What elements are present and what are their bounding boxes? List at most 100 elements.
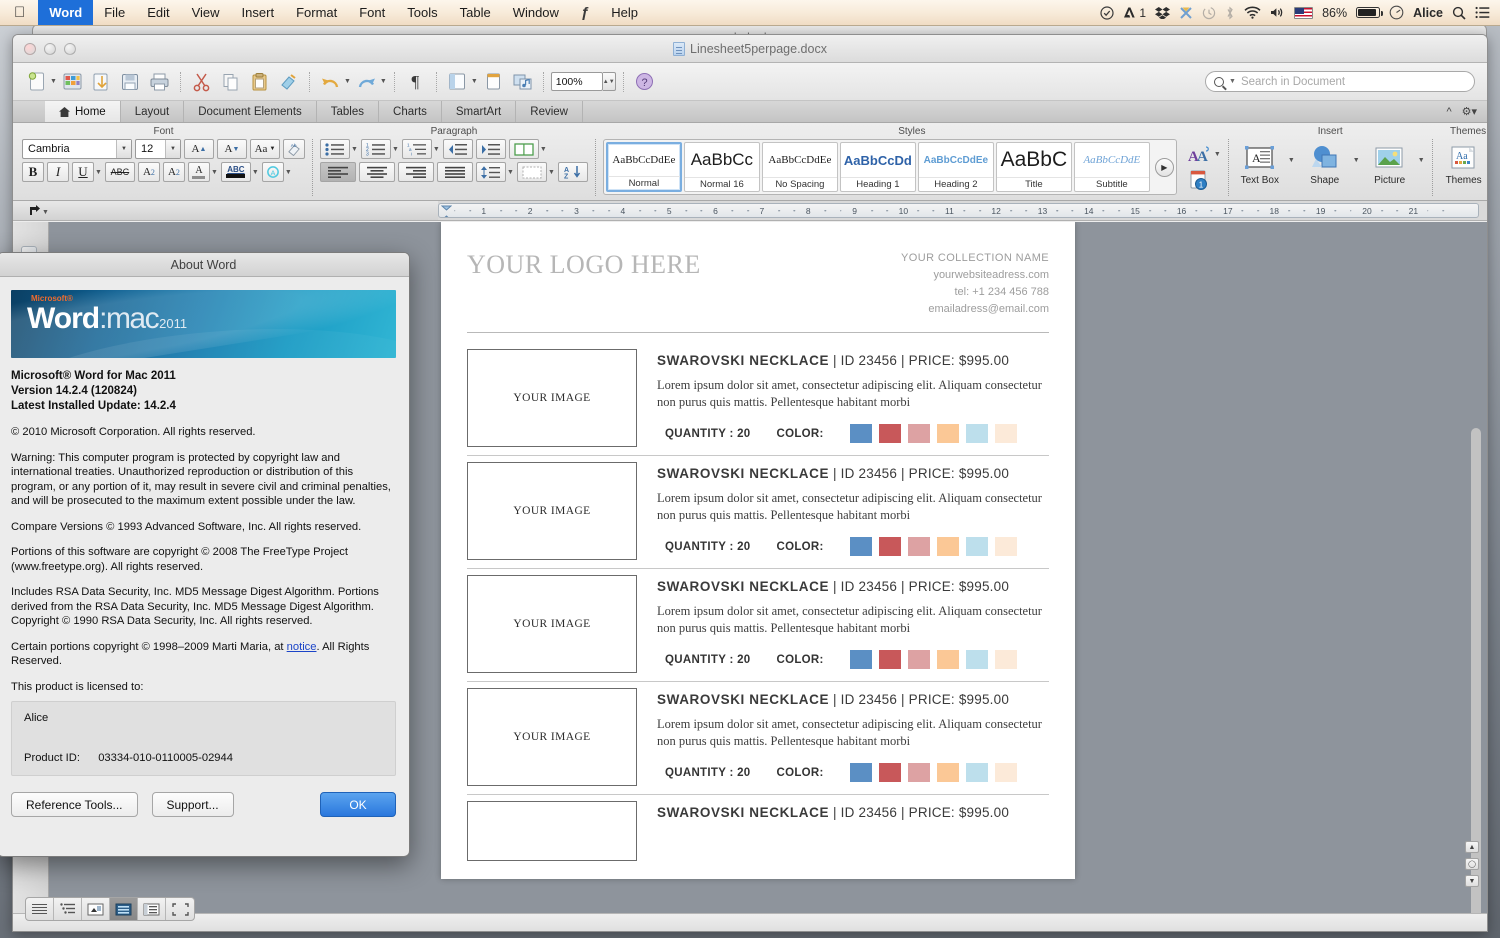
support-button[interactable]: Support... [151, 792, 234, 817]
format-painter-button[interactable] [275, 68, 302, 95]
styles-pane-caret-icon[interactable]: ▼ [1214, 151, 1221, 158]
swatch-6[interactable] [994, 650, 1017, 669]
align-center-button[interactable] [359, 162, 395, 182]
menu-format[interactable]: Format [285, 0, 348, 25]
xmarks-sync-icon[interactable] [1179, 0, 1193, 25]
decrease-indent-button[interactable] [442, 139, 473, 159]
sidebar-button[interactable] [444, 68, 471, 95]
borders-button[interactable] [508, 139, 539, 159]
open-gallery-button[interactable] [59, 68, 86, 95]
product-image-placeholder[interactable]: YOUR IMAGE [467, 462, 637, 560]
menu-insert[interactable]: Insert [231, 0, 286, 25]
menu-file[interactable]: File [93, 0, 136, 25]
swatch-3[interactable] [907, 424, 930, 443]
style-normal16[interactable]: AaBbCc Normal 16 [683, 142, 760, 192]
reference-tools-button[interactable]: Reference Tools... [11, 792, 138, 817]
menu-tools[interactable]: Tools [396, 0, 448, 25]
copy-button[interactable] [217, 68, 244, 95]
draft-view-button[interactable] [26, 898, 54, 920]
font-color-button[interactable]: A [187, 162, 210, 182]
help-button[interactable]: ? [631, 68, 658, 95]
tab-smartart[interactable]: SmartArt [442, 101, 517, 122]
swatch-4[interactable] [936, 650, 959, 669]
menu-view[interactable]: View [181, 0, 231, 25]
swatch-4[interactable] [936, 763, 959, 782]
swatch-2[interactable] [878, 650, 901, 669]
dropbox-icon[interactable] [1155, 0, 1171, 25]
font-color-caret-icon[interactable]: ▼ [211, 169, 218, 176]
insert-shape-button[interactable]: Shape [1301, 141, 1349, 186]
battery-icon[interactable] [1356, 0, 1384, 25]
menu-window[interactable]: Window [502, 0, 570, 25]
print-layout-view-button[interactable] [110, 898, 138, 920]
style-no-spacing[interactable]: AaBbCcDdEe No Spacing [761, 142, 838, 192]
notification-center-icon[interactable] [1475, 0, 1490, 25]
zoom-stepper[interactable]: ▲▼ [602, 72, 616, 91]
window-titlebar[interactable]: Linesheet5perpage.docx [13, 35, 1487, 63]
styles-gallery-expand-icon[interactable]: ▶ [1154, 157, 1174, 177]
picture-caret-icon[interactable]: ▼ [1418, 157, 1425, 164]
select-browse-object-button[interactable]: ◯ [1465, 858, 1479, 870]
vertical-scrollbar[interactable] [1469, 414, 1483, 931]
document-map-button[interactable] [480, 68, 507, 95]
apple-menu-icon[interactable]:  [0, 0, 38, 25]
change-case-button[interactable]: Aa ▼ [250, 139, 280, 159]
bluetooth-icon[interactable] [1225, 0, 1235, 25]
outline-view-button[interactable] [54, 898, 82, 920]
swatch-1[interactable] [849, 650, 872, 669]
media-browser-button[interactable] [509, 68, 536, 95]
font-name-dropdown-icon[interactable]: ▼ [116, 140, 131, 158]
underline-button[interactable]: U [72, 162, 94, 182]
swatch-6[interactable] [994, 537, 1017, 556]
swatch-3[interactable] [907, 763, 930, 782]
style-heading-2[interactable]: AaBbCcDdEe Heading 2 [917, 142, 994, 192]
save-button[interactable] [117, 68, 144, 95]
highlight-caret-icon[interactable]: ▼ [252, 169, 259, 176]
shape-caret-icon[interactable]: ▼ [1353, 157, 1360, 164]
sort-button[interactable]: AZ [557, 162, 588, 182]
dropbox-menu-icon[interactable]: ƒ [570, 0, 600, 25]
show-marks-button[interactable]: ¶ [402, 68, 429, 95]
horizontal-ruler[interactable]: 1 2 3 4 5 6 7 8 9 10 11 12 13 14 15 16 17 18 19 20 21 [438, 203, 1479, 218]
bullets-caret-icon[interactable]: ▼ [351, 146, 358, 153]
new-document-button[interactable] [23, 68, 50, 95]
swatch-5[interactable] [965, 650, 988, 669]
menu-help[interactable]: Help [600, 0, 649, 25]
style-title[interactable]: AaBbC Title [995, 142, 1072, 192]
numbering-button[interactable]: 123 [360, 139, 391, 159]
swatch-1[interactable] [849, 537, 872, 556]
bold-button[interactable]: B [22, 162, 44, 182]
highlight-button[interactable]: ABC [220, 162, 251, 182]
italic-button[interactable]: I [47, 162, 69, 182]
multilevel-list-caret-icon[interactable]: ▼ [433, 146, 440, 153]
redo-caret-icon[interactable]: ▼ [380, 78, 387, 85]
numbering-caret-icon[interactable]: ▼ [392, 146, 399, 153]
menu-font[interactable]: Font [348, 0, 396, 25]
swatch-2[interactable] [878, 537, 901, 556]
notebook-layout-view-button[interactable] [138, 898, 166, 920]
line-spacing-caret-icon[interactable]: ▼ [507, 169, 514, 176]
swatch-1[interactable] [849, 763, 872, 782]
tab-home[interactable]: Home [45, 101, 121, 122]
swatch-4[interactable] [936, 537, 959, 556]
open-button[interactable] [88, 68, 115, 95]
swatch-2[interactable] [878, 763, 901, 782]
print-button[interactable] [146, 68, 173, 95]
ribbon-settings-gear-icon[interactable]: ⚙▾ [1462, 105, 1477, 118]
swatch-4[interactable] [936, 424, 959, 443]
menu-edit[interactable]: Edit [136, 0, 180, 25]
text-effects-caret-icon[interactable]: ▼ [285, 169, 292, 176]
previous-page-button[interactable]: ▲ [1465, 841, 1479, 853]
font-size-input[interactable]: 12 ▼ [135, 139, 181, 159]
shrink-font-button[interactable]: A ▼ [217, 139, 247, 159]
collapse-ribbon-icon[interactable]: ^ [1446, 106, 1451, 118]
sidebar-caret-icon[interactable]: ▼ [471, 78, 478, 85]
indent-marker-icon[interactable] [441, 205, 452, 217]
bullets-button[interactable] [320, 139, 350, 159]
font-size-dropdown-icon[interactable]: ▼ [165, 140, 180, 158]
insert-picture-button[interactable]: Picture [1366, 141, 1414, 186]
zoom-value[interactable]: 100% [550, 72, 603, 91]
new-document-caret-icon[interactable]: ▼ [50, 78, 57, 85]
align-left-button[interactable] [320, 162, 356, 182]
checkmark-circle-icon[interactable] [1100, 0, 1114, 25]
